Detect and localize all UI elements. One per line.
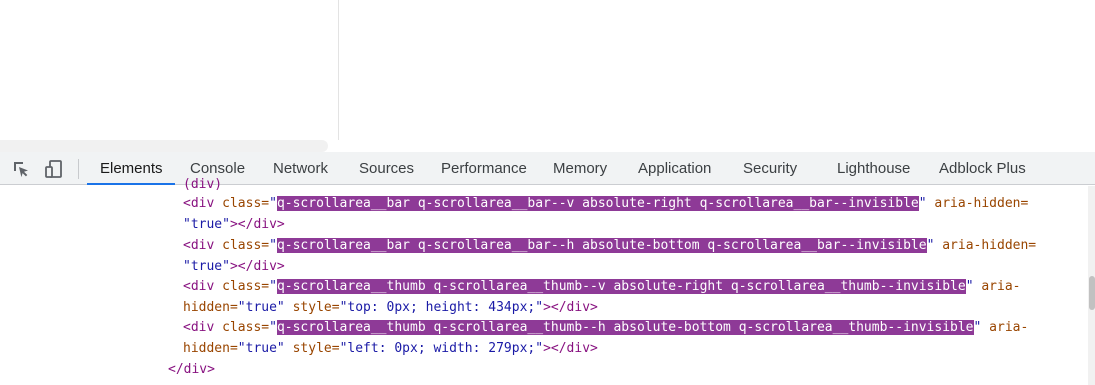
tab-network[interactable]: Network xyxy=(273,152,328,185)
attr-name: class= xyxy=(214,279,270,294)
tag-open: <div xyxy=(183,238,215,253)
dom-node-line-cont[interactable]: hidden="true" style="top: 0px; height: 4… xyxy=(183,298,598,317)
dom-closing-tag[interactable]: </div> xyxy=(168,360,215,379)
dom-node-line[interactable]: <div class="q-scrollarea__thumb q-scroll… xyxy=(183,318,1028,337)
active-tab-indicator xyxy=(87,183,175,185)
attr-name: hidden= xyxy=(183,341,238,356)
attr-quote: " xyxy=(269,238,277,253)
page-left-panel xyxy=(0,0,338,140)
tag-close: ></div> xyxy=(229,259,285,274)
dom-node-line[interactable]: <div class="q-scrollarea__thumb q-scroll… xyxy=(183,277,1020,296)
tag-close: ></div> xyxy=(543,300,598,315)
devtools-toolbar: Elements Console Network Sources Perform… xyxy=(0,152,1095,185)
toolbar-separator xyxy=(78,159,79,179)
clipped-previous-line: (div) xyxy=(183,177,223,192)
dom-node-line[interactable]: <div class="q-scrollarea__bar q-scrollar… xyxy=(183,236,1036,255)
attr-name: aria- xyxy=(973,279,1021,294)
attr-value: "true" xyxy=(183,217,230,232)
tab-application[interactable]: Application xyxy=(638,152,711,185)
attr-quote: " xyxy=(269,320,277,335)
tab-adblock-plus[interactable]: Adblock Plus xyxy=(939,152,1026,185)
attr-name: class= xyxy=(214,320,270,335)
attr-quote: " xyxy=(965,279,974,294)
page-horizontal-scrollbar[interactable] xyxy=(0,140,328,152)
tab-performance[interactable]: Performance xyxy=(441,152,527,185)
attr-value: "true" xyxy=(183,259,230,274)
elements-tree[interactable]: (div) <div class="q-scrollarea__bar q-sc… xyxy=(0,177,1088,385)
page-divider xyxy=(338,0,339,140)
search-highlight: q-scrollarea__thumb q-scrollarea__thumb-… xyxy=(276,279,966,294)
search-highlight: q-scrollarea__bar q-scrollarea__bar--v a… xyxy=(276,196,919,211)
tab-sources[interactable]: Sources xyxy=(359,152,414,185)
dom-node-line-cont[interactable]: "true"></div> xyxy=(183,257,285,276)
device-toolbar-icon[interactable] xyxy=(43,158,65,180)
tab-security[interactable]: Security xyxy=(743,152,797,185)
tab-lighthouse[interactable]: Lighthouse xyxy=(837,152,910,185)
attr-name: aria- xyxy=(981,320,1029,335)
page-viewport xyxy=(0,0,1095,152)
page-scroll-corner xyxy=(339,140,349,152)
attr-value: "left: 0px; width: 279px;" xyxy=(339,341,544,356)
dom-node-line[interactable]: <div class="q-scrollarea__bar q-scrollar… xyxy=(183,194,1028,213)
tag-close: ></div> xyxy=(543,341,598,356)
tab-memory[interactable]: Memory xyxy=(553,152,607,185)
search-highlight: q-scrollarea__bar q-scrollarea__bar--h a… xyxy=(276,238,927,253)
attr-name: class= xyxy=(214,238,270,253)
attr-name: class= xyxy=(214,196,270,211)
attr-name: hidden= xyxy=(183,300,238,315)
attr-value: "top: 0px; height: 434px;" xyxy=(339,300,544,315)
tag-open: <div xyxy=(183,279,215,294)
attr-quote: " xyxy=(269,196,277,211)
dom-node-line-cont[interactable]: "true"></div> xyxy=(183,215,285,234)
attr-value: "true" xyxy=(237,300,285,315)
attr-name: aria-hidden= xyxy=(926,196,1029,211)
attr-quote: " xyxy=(918,196,927,211)
attr-value: "true" xyxy=(237,341,285,356)
attr-name: style= xyxy=(284,341,340,356)
attr-name: aria-hidden= xyxy=(934,238,1037,253)
attr-quote: " xyxy=(269,279,277,294)
attr-name: style= xyxy=(284,300,340,315)
tag-close: ></div> xyxy=(229,217,285,232)
scrollbar-thumb[interactable] xyxy=(1089,276,1095,310)
dom-node-line-cont[interactable]: hidden="true" style="left: 0px; width: 2… xyxy=(183,339,598,358)
search-highlight: q-scrollarea__thumb q-scrollarea__thumb-… xyxy=(276,320,974,335)
tag-open: <div xyxy=(183,196,215,211)
tag-open: <div xyxy=(183,320,215,335)
tab-elements[interactable]: Elements xyxy=(100,152,163,185)
element-picker-icon[interactable] xyxy=(10,158,32,180)
